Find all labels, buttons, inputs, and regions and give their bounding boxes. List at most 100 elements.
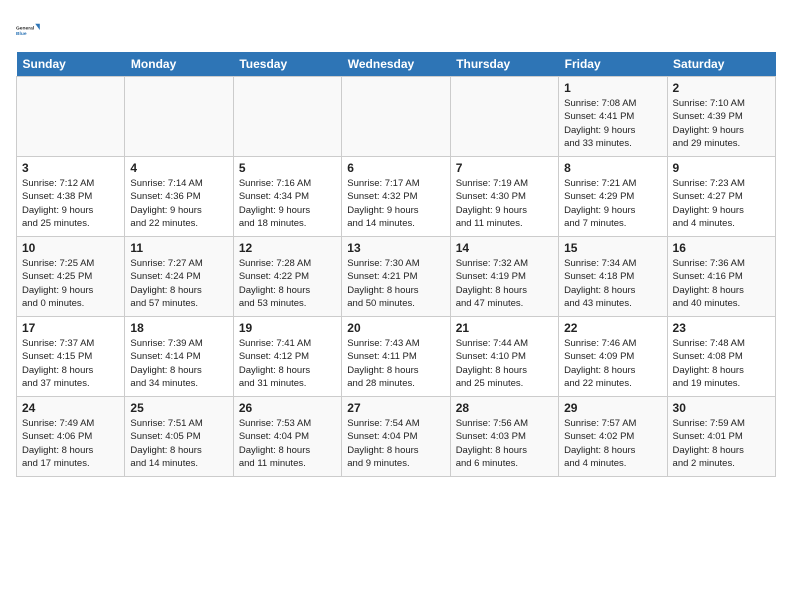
calendar-cell: 11 Sunrise: 7:27 AM Sunset: 4:24 PM Dayli… — [125, 237, 233, 317]
day-number: 29 — [564, 401, 661, 415]
calendar-cell: 23 Sunrise: 7:48 AM Sunset: 4:08 PM Dayli… — [667, 317, 775, 397]
logo: GeneralBlue — [16, 16, 44, 44]
day-number: 6 — [347, 161, 444, 175]
svg-text:Blue: Blue — [16, 31, 27, 37]
header-row: SundayMondayTuesdayWednesdayThursdayFrid… — [17, 52, 776, 77]
week-row-1: 1 Sunrise: 7:08 AM Sunset: 4:41 PM Daylig… — [17, 77, 776, 157]
calendar-cell: 26Sunrise: 7:53 AM Sunset: 4:04 PM Dayli… — [233, 397, 341, 477]
calendar-cell — [450, 77, 558, 157]
day-info: Sunrise: 7:39 AM Sunset: 4:14 PM Dayligh… — [130, 337, 227, 390]
day-info: Sunrise: 7:34 AM Sunset: 4:18 PM Dayligh… — [564, 257, 661, 310]
col-header-saturday: Saturday — [667, 52, 775, 77]
day-info: Sunrise: 7:21 AM Sunset: 4:29 PM Dayligh… — [564, 177, 661, 230]
calendar-cell: 1 Sunrise: 7:08 AM Sunset: 4:41 PM Daylig… — [559, 77, 667, 157]
day-info: Sunrise: 7:32 AM Sunset: 4:19 PM Dayligh… — [456, 257, 553, 310]
calendar-cell: 30 Sunrise: 7:59 AM Sunset: 4:01 PM Dayli… — [667, 397, 775, 477]
day-info: Sunrise: 7:30 AM Sunset: 4:21 PM Dayligh… — [347, 257, 444, 310]
calendar-cell: 20 Sunrise: 7:43 AM Sunset: 4:11 PM Dayli… — [342, 317, 450, 397]
day-number: 27 — [347, 401, 444, 415]
calendar-cell: 14 Sunrise: 7:32 AM Sunset: 4:19 PM Dayli… — [450, 237, 558, 317]
calendar-cell: 4Sunrise: 7:14 AM Sunset: 4:36 PM Daylig… — [125, 157, 233, 237]
day-number: 15 — [564, 241, 661, 255]
week-row-4: 17 Sunrise: 7:37 AM Sunset: 4:15 PM Dayli… — [17, 317, 776, 397]
calendar-cell: 19Sunrise: 7:41 AM Sunset: 4:12 PM Dayli… — [233, 317, 341, 397]
day-info: Sunrise: 7:25 AM Sunset: 4:25 PM Dayligh… — [22, 257, 119, 310]
day-number: 22 — [564, 321, 661, 335]
col-header-thursday: Thursday — [450, 52, 558, 77]
day-number: 16 — [673, 241, 770, 255]
day-info: Sunrise: 7:17 AM Sunset: 4:32 PM Dayligh… — [347, 177, 444, 230]
logo-icon: GeneralBlue — [16, 16, 44, 44]
day-number: 28 — [456, 401, 553, 415]
day-info: Sunrise: 7:08 AM Sunset: 4:41 PM Dayligh… — [564, 97, 661, 150]
day-info: Sunrise: 7:10 AM Sunset: 4:39 PM Dayligh… — [673, 97, 770, 150]
day-info: Sunrise: 7:56 AM Sunset: 4:03 PM Dayligh… — [456, 417, 553, 470]
calendar-cell: 6 Sunrise: 7:17 AM Sunset: 4:32 PM Daylig… — [342, 157, 450, 237]
day-number: 21 — [456, 321, 553, 335]
col-header-monday: Monday — [125, 52, 233, 77]
day-number: 11 — [130, 241, 227, 255]
week-row-2: 3Sunrise: 7:12 AM Sunset: 4:38 PM Daylig… — [17, 157, 776, 237]
day-info: Sunrise: 7:14 AM Sunset: 4:36 PM Dayligh… — [130, 177, 227, 230]
day-info: Sunrise: 7:44 AM Sunset: 4:10 PM Dayligh… — [456, 337, 553, 390]
day-info: Sunrise: 7:54 AM Sunset: 4:04 PM Dayligh… — [347, 417, 444, 470]
day-number: 23 — [673, 321, 770, 335]
day-info: Sunrise: 7:51 AM Sunset: 4:05 PM Dayligh… — [130, 417, 227, 470]
calendar-cell: 7Sunrise: 7:19 AM Sunset: 4:30 PM Daylig… — [450, 157, 558, 237]
day-info: Sunrise: 7:16 AM Sunset: 4:34 PM Dayligh… — [239, 177, 336, 230]
calendar-cell: 5 Sunrise: 7:16 AM Sunset: 4:34 PM Daylig… — [233, 157, 341, 237]
day-number: 20 — [347, 321, 444, 335]
calendar-cell: 8 Sunrise: 7:21 AM Sunset: 4:29 PM Daylig… — [559, 157, 667, 237]
day-number: 17 — [22, 321, 119, 335]
col-header-wednesday: Wednesday — [342, 52, 450, 77]
day-info: Sunrise: 7:36 AM Sunset: 4:16 PM Dayligh… — [673, 257, 770, 310]
calendar-cell: 17 Sunrise: 7:37 AM Sunset: 4:15 PM Dayli… — [17, 317, 125, 397]
calendar-cell: 22 Sunrise: 7:46 AM Sunset: 4:09 PM Dayli… — [559, 317, 667, 397]
col-header-tuesday: Tuesday — [233, 52, 341, 77]
week-row-5: 24Sunrise: 7:49 AM Sunset: 4:06 PM Dayli… — [17, 397, 776, 477]
day-info: Sunrise: 7:43 AM Sunset: 4:11 PM Dayligh… — [347, 337, 444, 390]
col-header-sunday: Sunday — [17, 52, 125, 77]
calendar-cell — [125, 77, 233, 157]
day-number: 3 — [22, 161, 119, 175]
col-header-friday: Friday — [559, 52, 667, 77]
calendar-cell: 12Sunrise: 7:28 AM Sunset: 4:22 PM Dayli… — [233, 237, 341, 317]
day-info: Sunrise: 7:27 AM Sunset: 4:24 PM Dayligh… — [130, 257, 227, 310]
day-info: Sunrise: 7:59 AM Sunset: 4:01 PM Dayligh… — [673, 417, 770, 470]
day-number: 12 — [239, 241, 336, 255]
day-number: 7 — [456, 161, 553, 175]
calendar-cell: 28 Sunrise: 7:56 AM Sunset: 4:03 PM Dayli… — [450, 397, 558, 477]
day-info: Sunrise: 7:46 AM Sunset: 4:09 PM Dayligh… — [564, 337, 661, 390]
calendar-cell — [233, 77, 341, 157]
day-number: 2 — [673, 81, 770, 95]
day-number: 24 — [22, 401, 119, 415]
day-info: Sunrise: 7:37 AM Sunset: 4:15 PM Dayligh… — [22, 337, 119, 390]
day-number: 14 — [456, 241, 553, 255]
calendar-cell: 25 Sunrise: 7:51 AM Sunset: 4:05 PM Dayli… — [125, 397, 233, 477]
calendar-cell: 2 Sunrise: 7:10 AM Sunset: 4:39 PM Daylig… — [667, 77, 775, 157]
day-number: 30 — [673, 401, 770, 415]
svg-text:General: General — [16, 25, 35, 31]
calendar-cell: 21 Sunrise: 7:44 AM Sunset: 4:10 PM Dayli… — [450, 317, 558, 397]
calendar-cell: 29Sunrise: 7:57 AM Sunset: 4:02 PM Dayli… — [559, 397, 667, 477]
day-number: 5 — [239, 161, 336, 175]
day-number: 8 — [564, 161, 661, 175]
day-number: 1 — [564, 81, 661, 95]
day-info: Sunrise: 7:23 AM Sunset: 4:27 PM Dayligh… — [673, 177, 770, 230]
calendar-cell: 9Sunrise: 7:23 AM Sunset: 4:27 PM Daylig… — [667, 157, 775, 237]
day-number: 10 — [22, 241, 119, 255]
calendar-cell: 15 Sunrise: 7:34 AM Sunset: 4:18 PM Dayli… — [559, 237, 667, 317]
calendar-table: SundayMondayTuesdayWednesdayThursdayFrid… — [16, 52, 776, 477]
day-info: Sunrise: 7:48 AM Sunset: 4:08 PM Dayligh… — [673, 337, 770, 390]
day-number: 25 — [130, 401, 227, 415]
calendar-cell — [342, 77, 450, 157]
calendar-cell: 3Sunrise: 7:12 AM Sunset: 4:38 PM Daylig… — [17, 157, 125, 237]
calendar-cell: 13 Sunrise: 7:30 AM Sunset: 4:21 PM Dayli… — [342, 237, 450, 317]
week-row-3: 10 Sunrise: 7:25 AM Sunset: 4:25 PM Dayli… — [17, 237, 776, 317]
calendar-cell — [17, 77, 125, 157]
calendar-cell: 16 Sunrise: 7:36 AM Sunset: 4:16 PM Dayli… — [667, 237, 775, 317]
day-number: 18 — [130, 321, 227, 335]
day-number: 13 — [347, 241, 444, 255]
page-header: GeneralBlue — [16, 16, 776, 44]
day-number: 19 — [239, 321, 336, 335]
